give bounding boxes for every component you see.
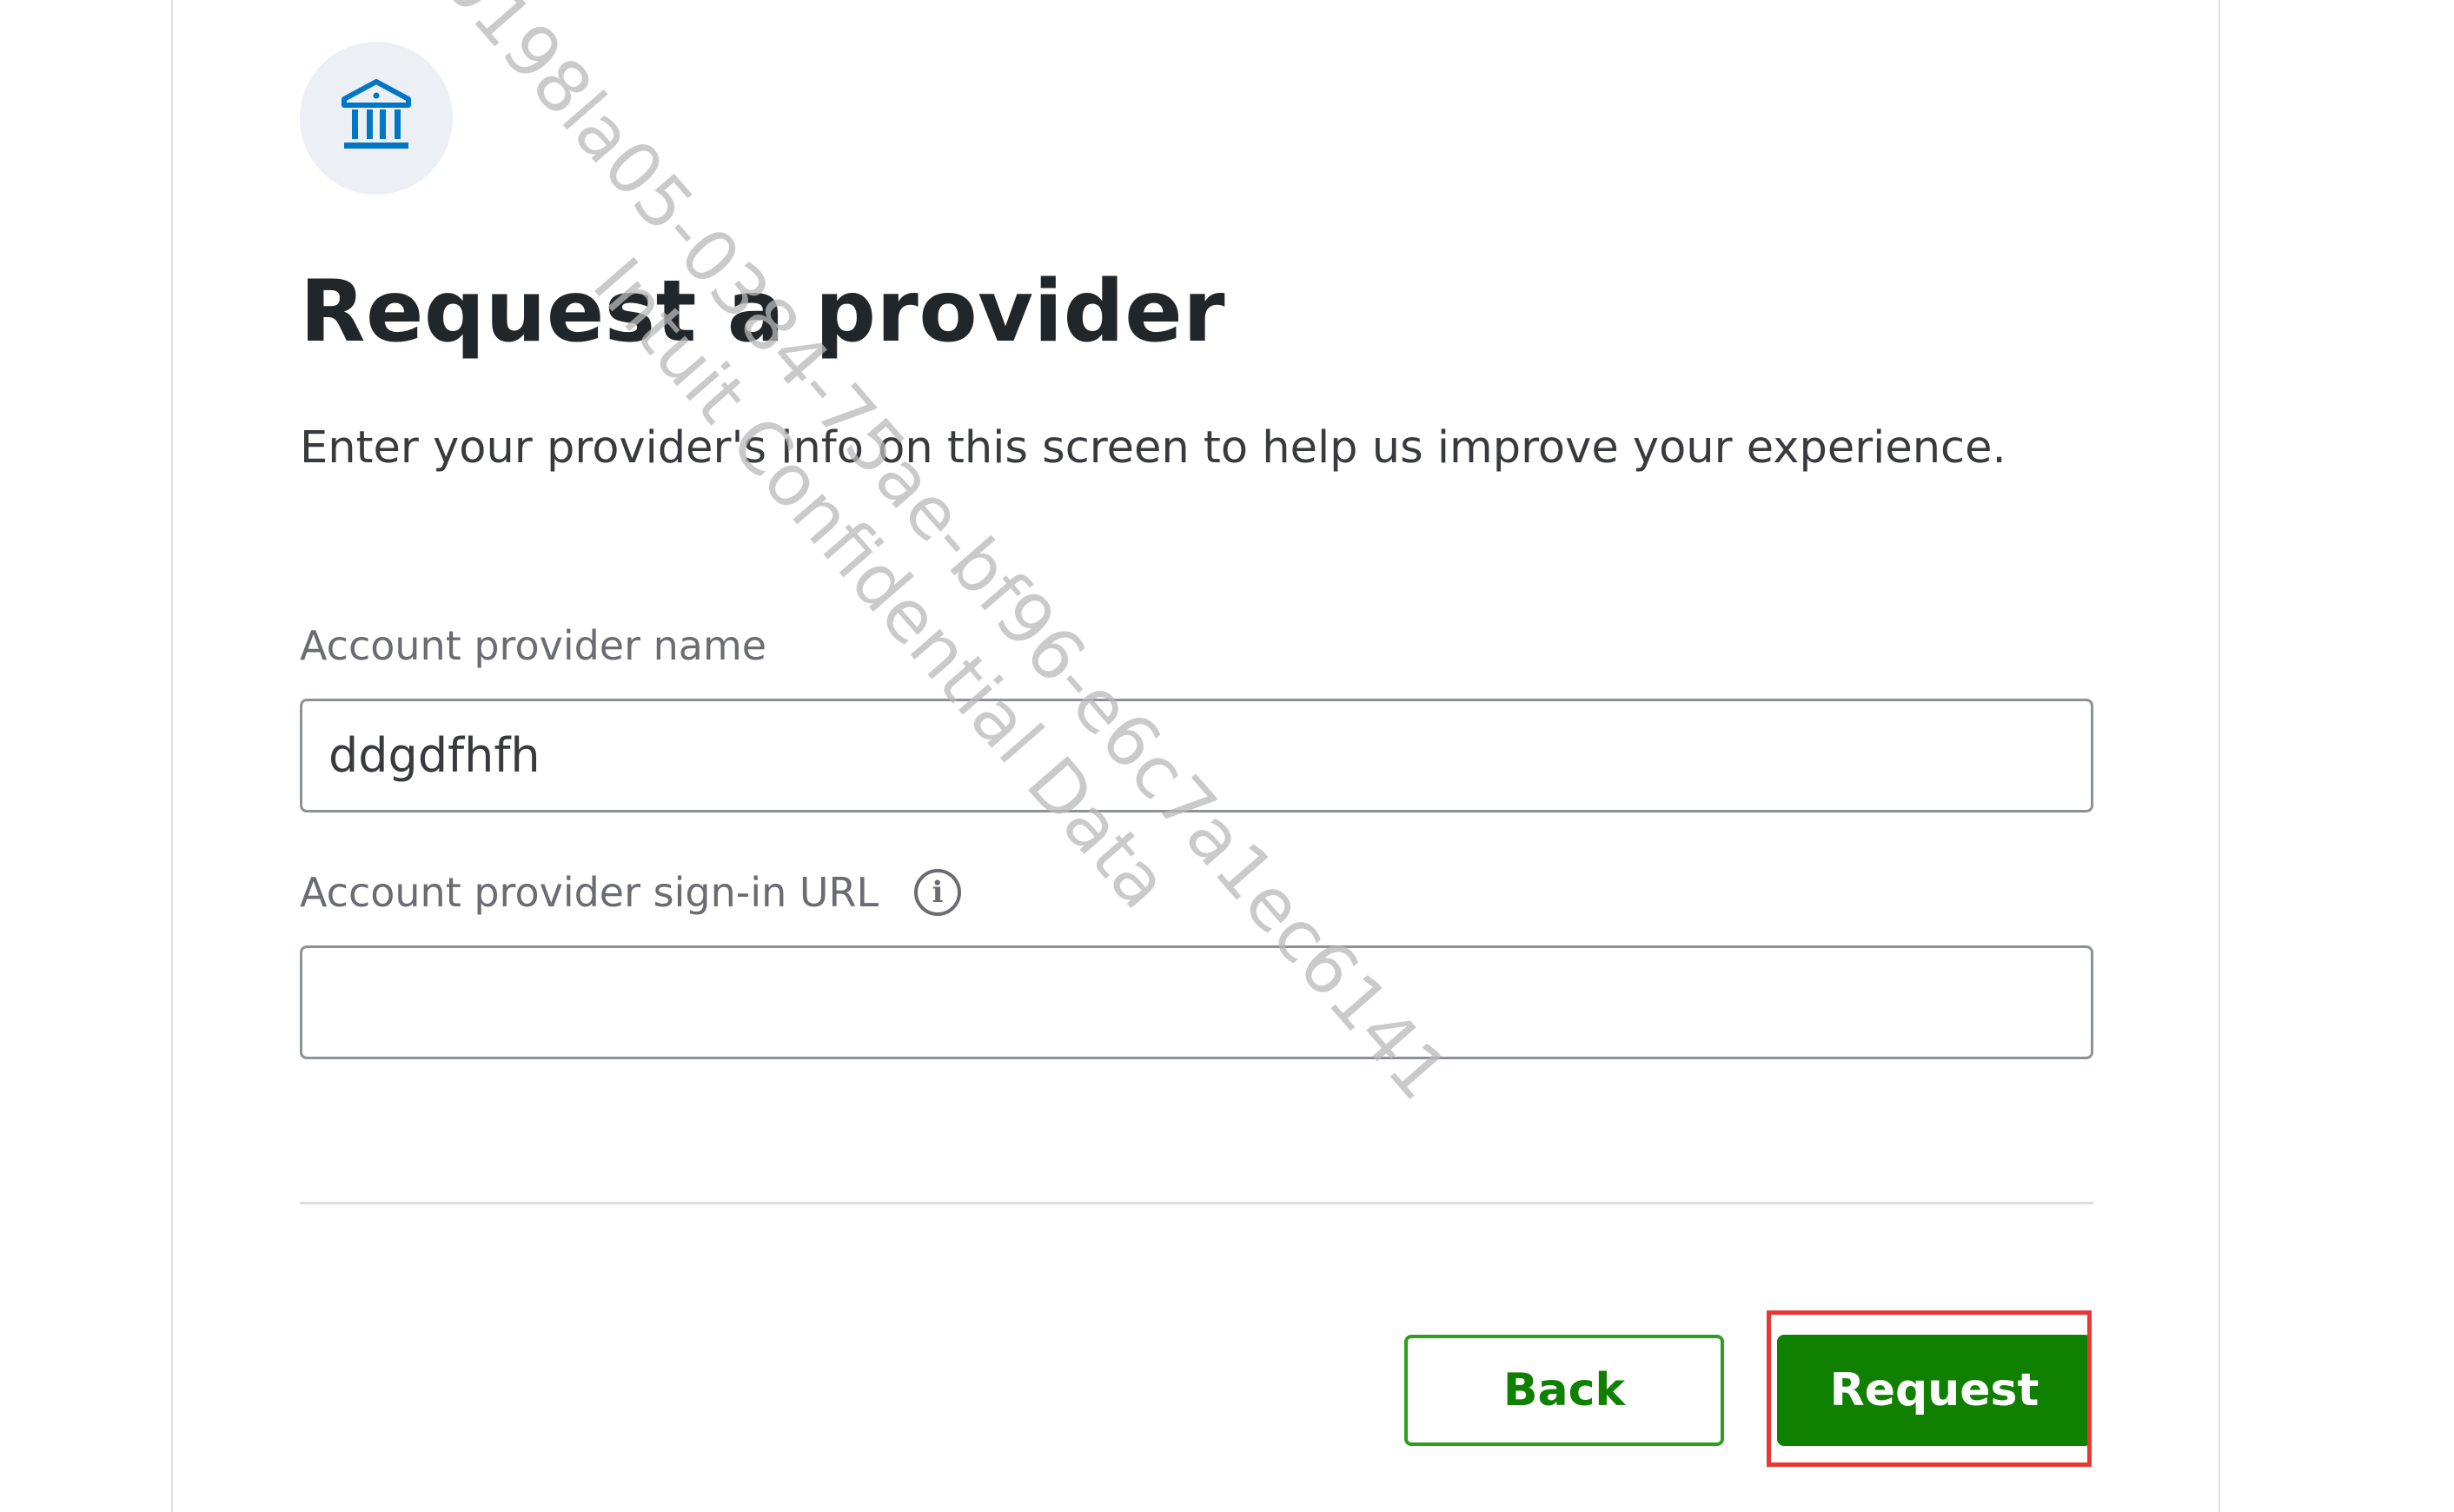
signin-url-label: Account provider sign-in URL [300, 869, 879, 916]
info-icon[interactable]: i [914, 869, 961, 916]
bank-icon-graphic [342, 79, 411, 149]
provider-name-label: Account provider name [300, 622, 767, 669]
page-title: Request a provider [300, 262, 1226, 361]
signin-url-input[interactable] [300, 945, 2093, 1059]
back-button[interactable]: Back [1404, 1335, 1724, 1446]
divider [300, 1202, 2093, 1204]
request-button[interactable]: Request [1777, 1335, 2092, 1446]
page-subtitle: Enter your provider's info on this scree… [300, 422, 2006, 474]
provider-name-input[interactable] [300, 699, 2093, 812]
bank-icon [300, 42, 453, 195]
page: Request a provider Enter your provider's… [0, 0, 2454, 1512]
